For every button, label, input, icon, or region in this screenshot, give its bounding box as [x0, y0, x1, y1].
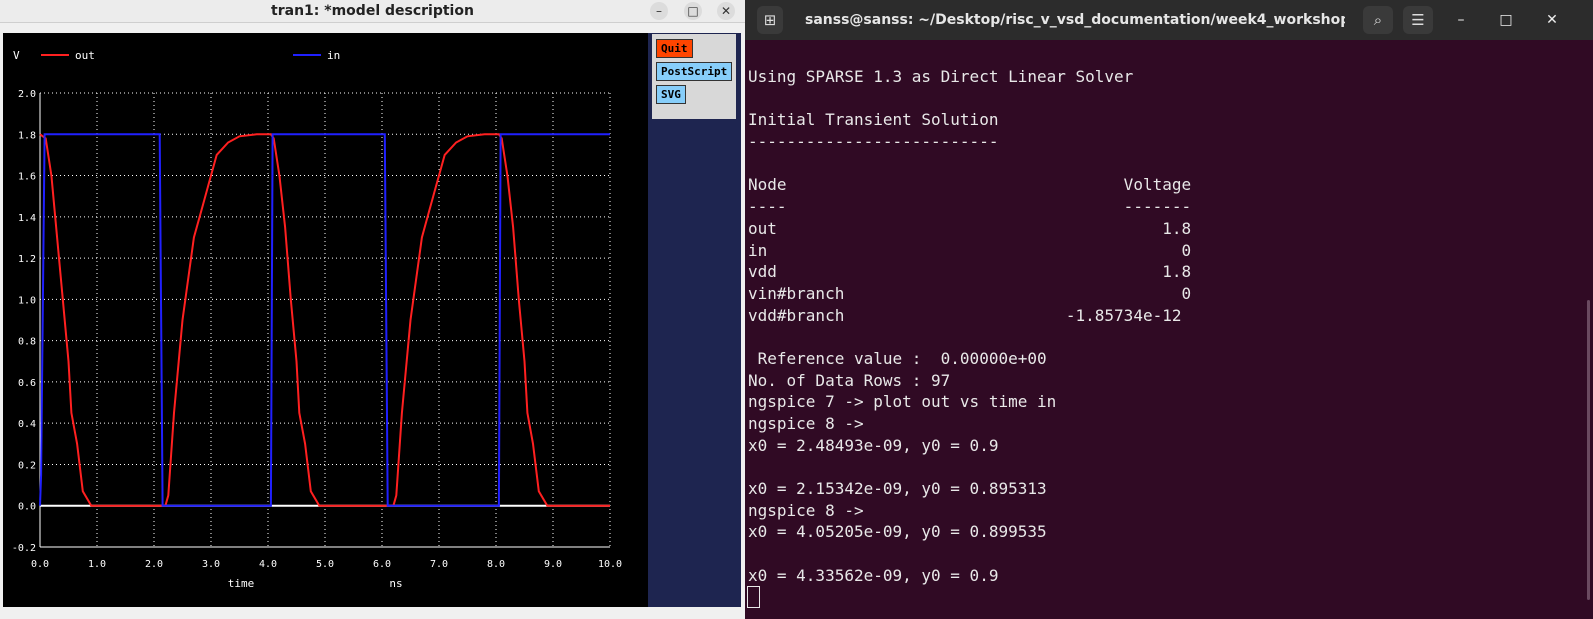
terminal-line: ngspice 7 -> plot out vs time in: [748, 392, 1057, 412]
y-tick-label: 1.8: [18, 130, 36, 141]
menu-icon[interactable]: ☰: [1403, 6, 1433, 34]
terminal-line: x0 = 2.15342e-09, y0 = 0.895313: [748, 479, 1047, 499]
terminal-line: in 0: [748, 240, 1192, 260]
y-tick-label: 1.0: [18, 295, 36, 306]
y-tick-label: 0.0: [18, 502, 36, 513]
waveform-chart: 0.0 1.0 2.0 3.0 4.0 5.0 6.0 7.0 8.0 9.0 10.0 2.0 1.8…: [12, 49, 622, 590]
terminal-scrollbar[interactable]: [1587, 300, 1590, 600]
terminal-line: Node Voltage: [748, 175, 1192, 195]
y-tick-label: 0.2: [18, 460, 36, 471]
x-tick-label: 6.0: [373, 559, 391, 570]
plot-window: tran1: *model description – □ ✕ 0.0 1.0 2.…: [0, 0, 745, 619]
terminal-line: x0 = 4.05205e-09, y0 = 0.899535: [748, 522, 1047, 542]
x-tick-label: 3.0: [202, 559, 220, 570]
plot-button-box: Quit PostScript SVG: [652, 34, 736, 119]
x-unit-label: ns: [389, 577, 402, 590]
search-icon[interactable]: ⌕: [1363, 6, 1393, 34]
terminal-line: --------------------------: [748, 132, 999, 152]
y-tick-label: 1.4: [18, 213, 36, 224]
y-tick-label: 1.6: [18, 172, 36, 183]
y-tick-label: 0.6: [18, 378, 36, 389]
x-axis-label: time: [228, 577, 255, 590]
svg-button[interactable]: SVG: [656, 85, 686, 104]
terminal-close-button[interactable]: ✕: [1540, 8, 1564, 32]
terminal-minimize-button[interactable]: –: [1449, 8, 1473, 32]
x-tick-label: 4.0: [259, 559, 277, 570]
terminal-line: out 1.8: [748, 218, 1192, 238]
terminal-line: x0 = 2.48493e-09, y0 = 0.9: [748, 435, 999, 455]
close-button[interactable]: ✕: [717, 2, 735, 20]
x-tick-label: 8.0: [487, 559, 505, 570]
y-tick-label: 0.8: [18, 337, 36, 348]
terminal-line: Initial Transient Solution: [748, 110, 999, 130]
terminal-line: x0 = 4.33562e-09, y0 = 0.9: [748, 565, 999, 585]
x-tick-label: 7.0: [430, 559, 448, 570]
terminal-line: vdd#branch -1.85734e-12: [748, 305, 1182, 325]
quit-button[interactable]: Quit: [656, 39, 693, 58]
plot-button-panel: Quit PostScript SVG: [648, 33, 741, 607]
plot-titlebar: tran1: *model description – □ ✕: [0, 0, 745, 23]
x-tick-label: 10.0: [598, 559, 622, 570]
terminal-title: sanss@sanss: ~/Desktop/risc_v_vsd_docume…: [805, 12, 1345, 28]
terminal-line: Using SPARSE 1.3 as Direct Linear Solver: [748, 67, 1134, 86]
terminal-line: vin#branch 0: [748, 283, 1192, 303]
terminal-line: No. of Data Rows : 97: [748, 370, 951, 390]
x-tick-label: 9.0: [544, 559, 562, 570]
terminal-cursor: [747, 586, 760, 608]
x-tick-label: 1.0: [88, 559, 106, 570]
y-tick-label: 0.4: [18, 419, 36, 430]
terminal-line: ngspice 8 ->: [748, 500, 864, 520]
terminal-line: ---- -------: [748, 197, 1192, 217]
x-tick-label: 0.0: [31, 559, 49, 570]
legend-label-in: in: [327, 49, 340, 62]
terminal-maximize-button[interactable]: □: [1494, 8, 1518, 32]
terminal-line: vdd 1.8: [748, 262, 1192, 282]
postscript-button[interactable]: PostScript: [656, 62, 733, 81]
terminal-window: ⊞ sanss@sanss: ~/Desktop/risc_v_vsd_docu…: [745, 0, 1593, 619]
y-tick-label: 2.0: [18, 89, 36, 100]
y-unit-label: V: [13, 49, 20, 62]
x-tick-label: 2.0: [145, 559, 163, 570]
terminal-output[interactable]: Using SPARSE 1.3 as Direct Linear Solver…: [748, 66, 1588, 606]
terminal-titlebar: ⊞ sanss@sanss: ~/Desktop/risc_v_vsd_docu…: [745, 0, 1593, 40]
y-tick-label: 1.2: [18, 254, 36, 265]
plot-window-title: tran1: *model description: [271, 3, 474, 19]
plot-canvas[interactable]: 0.0 1.0 2.0 3.0 4.0 5.0 6.0 7.0 8.0 9.0 10.0 2.0 1.8…: [3, 33, 648, 607]
new-tab-icon[interactable]: ⊞: [757, 6, 783, 34]
maximize-button[interactable]: □: [684, 2, 702, 20]
legend-label-out: out: [75, 49, 95, 62]
y-tick-label: -0.2: [12, 543, 36, 554]
terminal-line: Reference value : 0.00000e+00: [748, 348, 1047, 368]
x-tick-label: 5.0: [316, 559, 334, 570]
terminal-line: ngspice 8 ->: [748, 414, 864, 433]
minimize-button[interactable]: –: [650, 2, 668, 20]
